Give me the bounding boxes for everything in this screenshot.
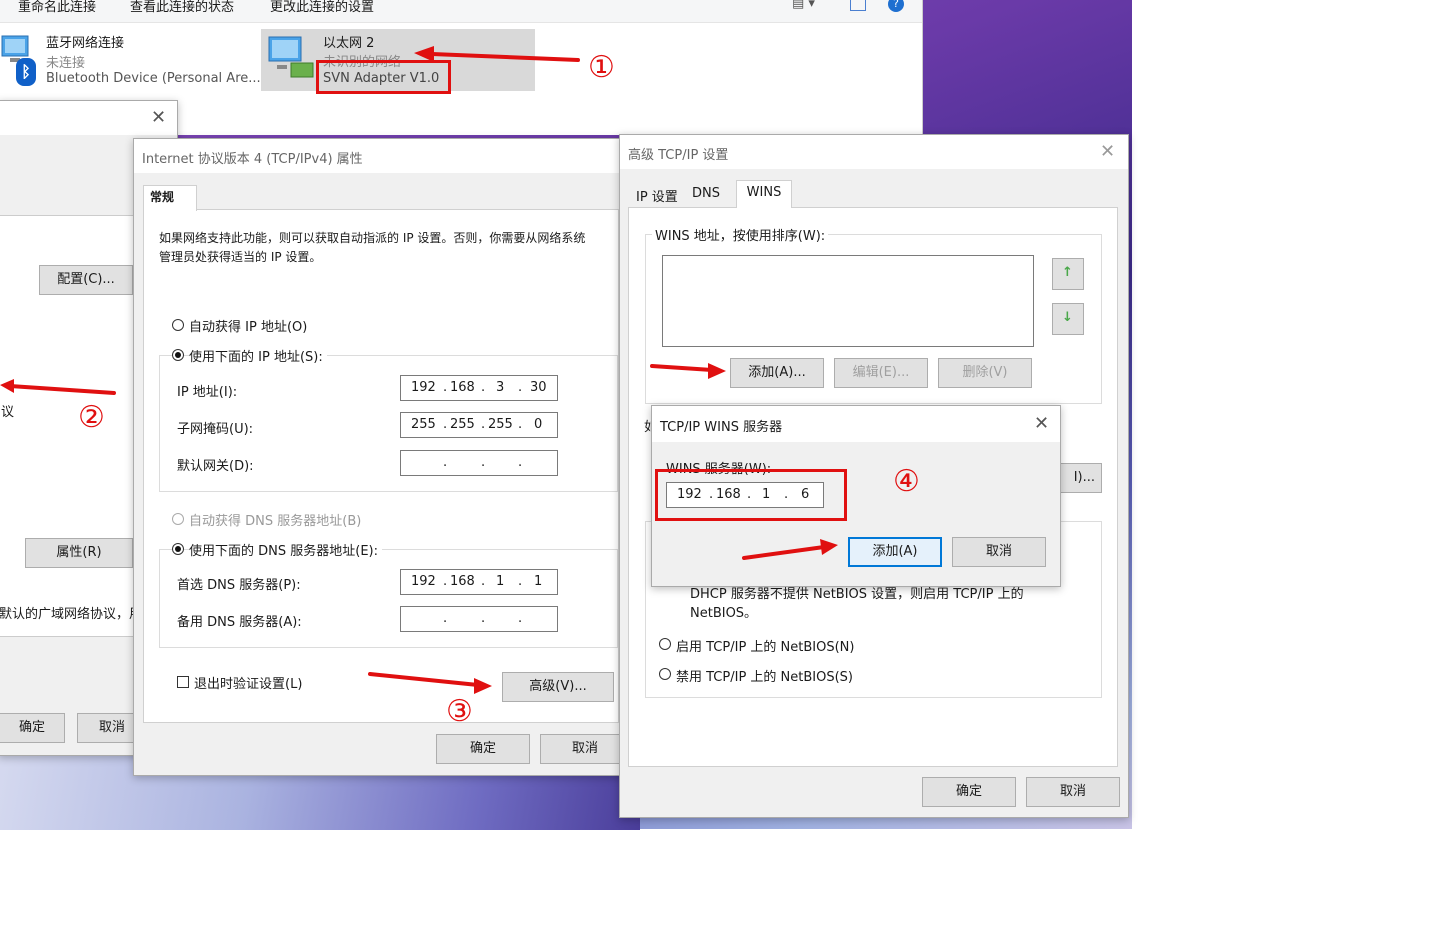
annotation-step-1: ①: [588, 50, 615, 85]
annotation-step-4: ④: [893, 464, 920, 499]
annotation-step-2: ②: [78, 400, 105, 435]
annotation-step-3: ③: [446, 694, 473, 729]
annotation-arrows: [0, 46, 838, 694]
